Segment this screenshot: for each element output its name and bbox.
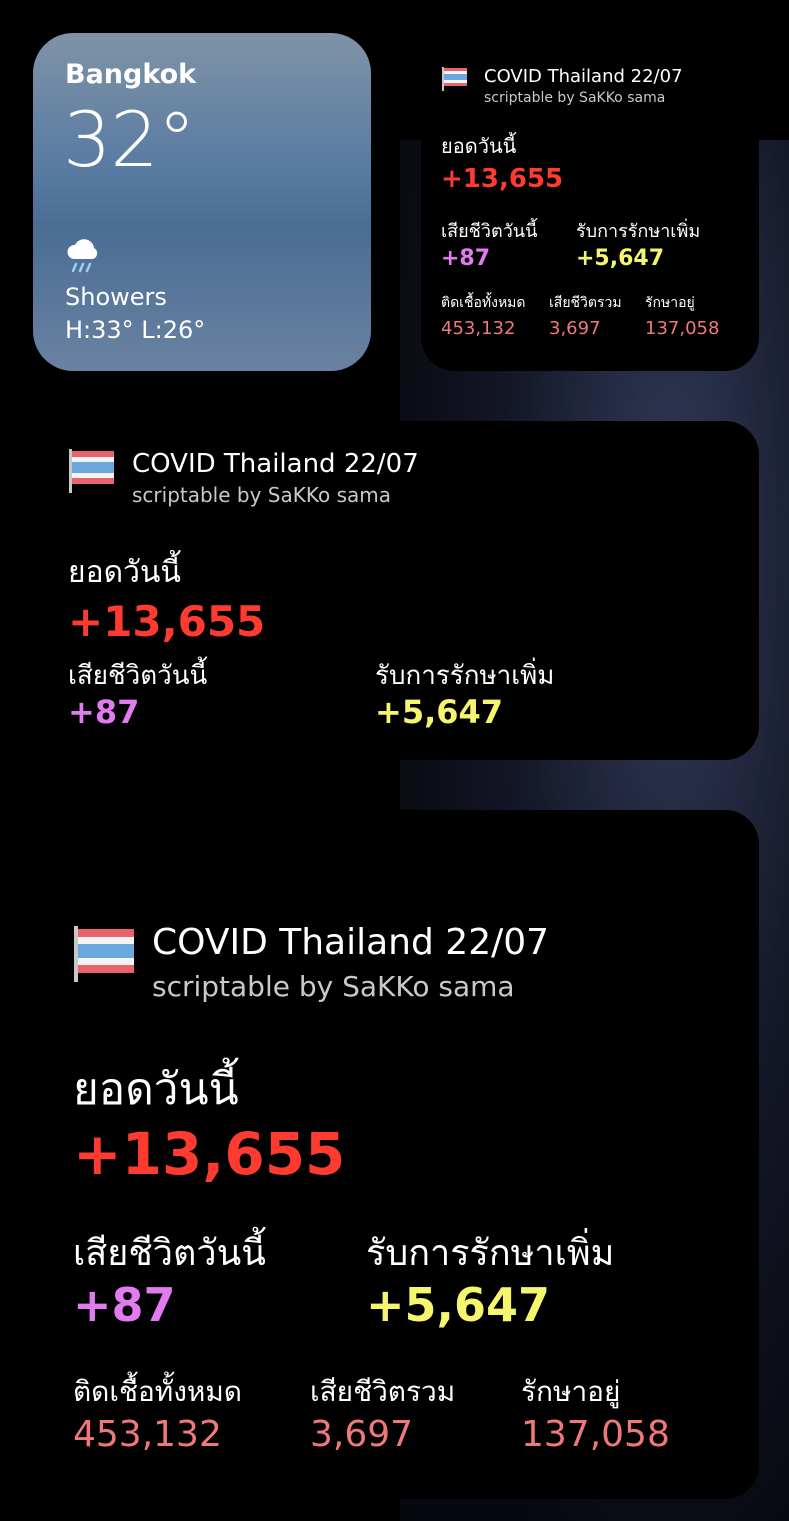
recovered-today-value: +5,647	[576, 246, 665, 271]
thailand-flag-icon	[67, 447, 117, 499]
total-deaths-label: เสียชีวิตรวม	[310, 1375, 456, 1408]
today-label: ยอดวันนี้	[68, 555, 181, 590]
today-value: +13,655	[73, 1120, 346, 1188]
weather-high-low: H:33° L:26°	[65, 316, 206, 344]
weather-city: Bangkok	[65, 59, 197, 90]
recovered-today-value: +5,647	[375, 693, 504, 731]
deaths-today-label: เสียชีวิตวันนี้	[68, 661, 208, 691]
covid-widget-small[interactable]: COVID Thailand 22/07 scriptable by SaKKo…	[421, 20, 759, 371]
in-treatment-label: รักษาอยู่	[521, 1375, 621, 1408]
widget-subtitle: scriptable by SaKKo sama	[152, 970, 515, 1003]
weather-widget[interactable]: Bangkok 32° Showers H:33° L:26°	[33, 33, 371, 371]
deaths-today-value: +87	[441, 246, 491, 271]
in-treatment-value: 137,058	[521, 1414, 670, 1455]
in-treatment-label: รักษาอยู่	[645, 295, 695, 311]
total-deaths-value: 3,697	[549, 318, 601, 339]
cloud-rain-icon	[65, 237, 103, 277]
thailand-flag-icon	[72, 924, 138, 988]
deaths-today-value: +87	[68, 693, 140, 731]
total-infected-label: ติดเชื้อทั้งหมด	[441, 295, 526, 311]
weather-condition: Showers	[65, 283, 167, 311]
today-value: +13,655	[68, 597, 266, 646]
total-deaths-label: เสียชีวิตรวม	[549, 295, 622, 311]
total-infected-value: 453,132	[73, 1414, 222, 1455]
widget-title: COVID Thailand 22/07	[484, 66, 683, 87]
recovered-today-label: รับการรักษาเพิ่ม	[576, 221, 701, 242]
recovered-today-label: รับการรักษาเพิ่ม	[366, 1233, 615, 1274]
covid-widget-large[interactable]: COVID Thailand 22/07 scriptable by SaKKo…	[30, 810, 759, 1499]
deaths-today-label: เสียชีวิตวันนี้	[441, 221, 538, 242]
widget-title: COVID Thailand 22/07	[152, 922, 550, 963]
today-label: ยอดวันนี้	[441, 134, 517, 158]
in-treatment-value: 137,058	[645, 318, 720, 339]
recovered-today-value: +5,647	[366, 1278, 551, 1332]
deaths-today-label: เสียชีวิตวันนี้	[73, 1233, 266, 1274]
today-value: +13,655	[441, 164, 564, 194]
widget-subtitle: scriptable by SaKKo sama	[132, 483, 391, 507]
widget-subtitle: scriptable by SaKKo sama	[484, 90, 666, 106]
thailand-flag-icon	[441, 66, 469, 96]
total-infected-label: ติดเชื้อทั้งหมด	[73, 1375, 242, 1408]
total-infected-value: 453,132	[441, 318, 516, 339]
today-label: ยอดวันนี้	[73, 1064, 239, 1115]
covid-widget-medium[interactable]: COVID Thailand 22/07 scriptable by SaKKo…	[30, 421, 759, 760]
deaths-today-value: +87	[73, 1278, 176, 1332]
widget-title: COVID Thailand 22/07	[132, 449, 419, 479]
total-deaths-value: 3,697	[310, 1414, 414, 1455]
recovered-today-label: รับการรักษาเพิ่ม	[375, 661, 555, 691]
weather-temperature: 32°	[63, 95, 196, 184]
